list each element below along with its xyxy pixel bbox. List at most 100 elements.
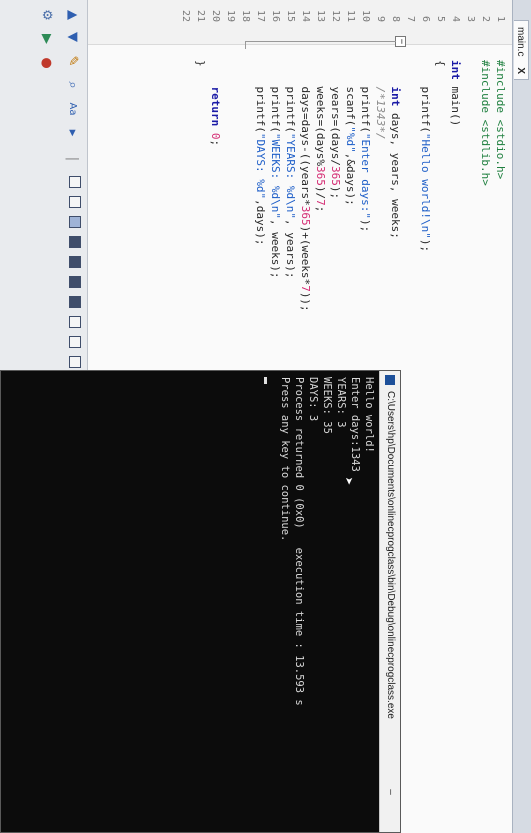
fold-guide-end (245, 41, 246, 49)
code-line: days=days-((years*365)+(weeks*7)); (298, 60, 313, 312)
window-icon[interactable] (69, 276, 81, 288)
tab-close-button[interactable]: X (513, 67, 528, 74)
window-controls: – (380, 784, 400, 824)
code-token: 365 (299, 205, 312, 226)
debug-icon[interactable]: ● (37, 54, 55, 72)
fold-toggle-icon[interactable]: − (395, 36, 406, 47)
line-number-gutter: 1 2 3 4 5 6 7 8 9 10 11 12 13 14 15 16 1… (88, 0, 512, 45)
code-token: "DAYS: %d" (254, 132, 267, 200)
code-line: } (194, 60, 207, 67)
console-app-icon (385, 375, 395, 385)
code-token: printf( (359, 60, 372, 133)
code-line: /*1343*/ (374, 60, 387, 140)
line-number: 11 (345, 9, 356, 22)
code-token: , weeks); (269, 218, 282, 279)
code-token: , years); (284, 218, 297, 279)
code-token: )/ (314, 185, 327, 200)
code-token: days, years, weeks; (389, 106, 402, 239)
editor-tab-bar: main.c X (512, 0, 531, 833)
console-line: Press any key to continue. (279, 377, 291, 542)
code-line: #include <stdlib.h> (478, 60, 493, 186)
line-number: 5 (435, 15, 446, 22)
code-token: printf( (419, 60, 432, 133)
code-token: "%d" (344, 126, 357, 153)
line-number: 17 (255, 9, 266, 22)
code-token: "Enter days:" (359, 132, 372, 219)
code-token: 365 (329, 165, 342, 186)
line-number: 19 (225, 9, 236, 22)
line-number: 2 (480, 15, 491, 22)
window-icon[interactable] (69, 296, 81, 308)
window-icon[interactable] (69, 356, 81, 368)
code-token: #include (479, 60, 492, 120)
line-number: 12 (330, 9, 341, 22)
code-line: printf("WEEKS: %d\n", weeks); (268, 60, 283, 279)
find-icon[interactable]: ⌕ (63, 76, 81, 94)
console-line: DAYS: 3 (307, 377, 319, 422)
code-token: printf( (254, 60, 267, 133)
build-icon[interactable]: ⚙ (37, 6, 55, 24)
code-token: 7 (314, 199, 327, 206)
code-token: years=(days/ (329, 60, 342, 166)
code-line: printf("Enter days:"); (358, 60, 373, 232)
code-token: #include (494, 60, 507, 120)
code-token: days=days-((years* (299, 60, 312, 206)
code-line: printf("DAYS: %d",days); (253, 60, 268, 245)
console-cursor-line (264, 377, 278, 826)
minimize-icon[interactable]: – (380, 787, 400, 797)
line-number: 13 (315, 9, 326, 22)
up-arrow-icon[interactable]: ▲ (63, 6, 81, 24)
code-token: int (449, 60, 462, 80)
console-line: YEARS: 3 (335, 377, 347, 428)
line-number: 3 (465, 15, 476, 22)
line-number: 16 (270, 9, 281, 22)
line-number: 1 (495, 15, 506, 22)
code-token: "WEEKS: %d\n" (269, 132, 282, 219)
line-number: 15 (285, 9, 296, 22)
window-icon[interactable] (69, 216, 81, 228)
window-icon[interactable] (69, 196, 81, 208)
code-token: printf( (269, 60, 282, 133)
code-line: #include <stdio.h> (493, 60, 508, 179)
window-icon[interactable] (69, 256, 81, 268)
code-token: ; (209, 139, 222, 147)
code-line: int main() (448, 60, 463, 126)
code-token: ,&days); (344, 152, 357, 206)
text-icon[interactable]: Aa (63, 100, 81, 118)
tab-main-c[interactable]: main.c X (514, 20, 529, 80)
line-number: 14 (300, 9, 311, 22)
line-number: 10 (360, 9, 371, 22)
line-number: 9 (375, 15, 386, 22)
code-token: )); (299, 291, 312, 312)
console-window[interactable]: C:\Users\hp\Documents\onlinecprogclass\b… (0, 370, 401, 833)
run-icon[interactable]: ▸ (63, 124, 81, 142)
code-token: "YEARS: %d\n" (284, 132, 297, 219)
line-number: 8 (390, 15, 401, 22)
code-line: return 0; (208, 60, 223, 146)
window-icon[interactable] (69, 176, 81, 188)
window-icon[interactable] (69, 316, 81, 328)
console-line: Process returned 0 (0x0) execution time … (293, 377, 305, 706)
pencil-icon[interactable]: ✎ (63, 52, 81, 70)
code-token: main() (449, 79, 462, 127)
code-line: { (434, 60, 447, 67)
line-number: 18 (240, 9, 251, 22)
code-token: ); (329, 185, 342, 200)
code-token: printf( (284, 60, 297, 133)
console-line: Enter days:1343 (349, 377, 361, 472)
window-icon[interactable] (69, 336, 81, 348)
mouse-pointer-icon: ➤ (340, 477, 356, 486)
code-token: int (389, 60, 402, 107)
code-line: printf("Hello world!\n"); (418, 60, 433, 252)
code-token: ); (359, 218, 372, 233)
code-token: return (209, 60, 222, 133)
down-arrow-icon[interactable]: ▼ (63, 28, 81, 46)
console-title: C:\Users\hp\Documents\onlinecprogclass\b… (385, 391, 396, 719)
line-number: 21 (195, 9, 206, 22)
code-token: <stdio.h> (494, 119, 507, 180)
console-title-bar[interactable]: C:\Users\hp\Documents\onlinecprogclass\b… (379, 371, 400, 832)
window-icon[interactable] (69, 236, 81, 248)
console-output: Hello world! Enter days:1343 YEARS: 3 WE… (1, 377, 376, 826)
line-number: 22 (180, 9, 191, 22)
run-icon[interactable]: ▶ (37, 30, 55, 48)
